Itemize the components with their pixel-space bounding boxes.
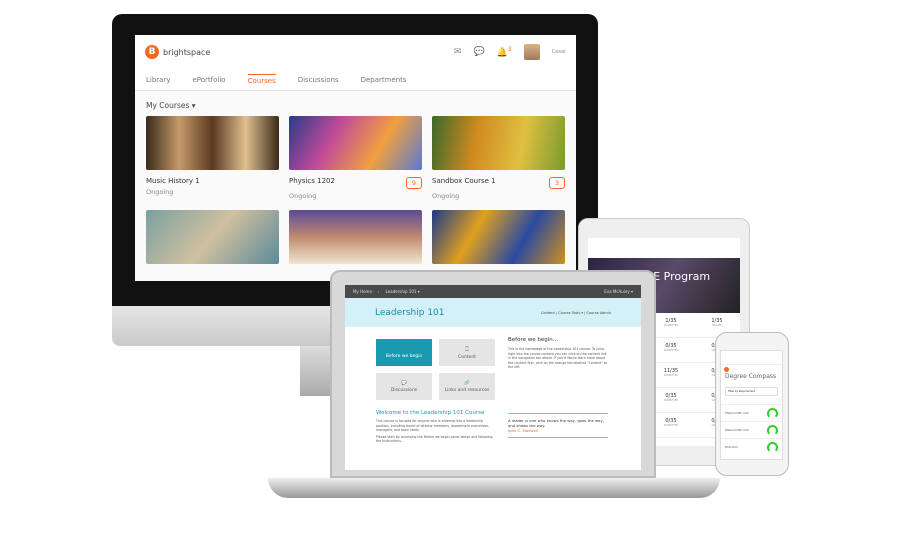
my-courses-dropdown[interactable]: My Courses ▾ — [135, 91, 576, 116]
brand-name: brightspace — [163, 47, 211, 57]
course-code: BIOLOGY — [725, 445, 739, 449]
welcome-text: This course is focused for anyone who is… — [376, 419, 489, 432]
course-name: Music History 1 — [146, 177, 200, 185]
before-text: This is the homepage of the Leadership 1… — [508, 347, 607, 369]
tab-departments[interactable]: Departments — [361, 76, 407, 84]
section-title: My Courses — [146, 101, 190, 110]
degree-compass-title: Degree Compass — [725, 373, 777, 380]
tab-courses[interactable]: Courses — [247, 74, 276, 85]
course-image — [432, 210, 565, 264]
top-bar: My Home › Leadership 101 ▾ Eva McAuley ▾ — [345, 285, 641, 298]
chat-icon: 💬 — [401, 380, 407, 386]
tile-label: Before we begin — [385, 353, 423, 359]
course-status: Ongoing — [146, 188, 174, 196]
course-row[interactable]: BIOLOGY — [721, 438, 782, 455]
course-image — [289, 116, 422, 170]
course-status: Ongoing — [289, 192, 317, 200]
mail-icon[interactable]: ✉ — [454, 47, 462, 57]
course-card[interactable] — [289, 206, 422, 264]
gauge-icon — [767, 441, 778, 453]
alert-icon: ❗ — [401, 346, 407, 352]
welcome-title: Welcome to the Leadership 101 Course — [376, 410, 485, 416]
user-menu[interactable]: Eva McAuley ▾ — [604, 289, 633, 294]
laptop-screen: My Home › Leadership 101 ▾ Eva McAuley ▾ Le… — [345, 285, 641, 470]
course-image — [289, 210, 422, 264]
avatar[interactable] — [523, 44, 540, 60]
course-card[interactable] — [432, 206, 565, 264]
welcome-text-2: Please start by accessing the Before we … — [376, 434, 493, 444]
tab-eportfolio[interactable]: ePortfolio — [192, 76, 225, 84]
course-code: ENGLCOMP 200 — [725, 428, 749, 432]
gauge-icon — [767, 424, 778, 436]
quote-author: John C. Maxwell — [508, 428, 538, 433]
tab-library[interactable]: Library — [146, 76, 170, 84]
header: B brightspace ✉ 💬 🔔3 Cesar — [135, 35, 576, 69]
course-code: ENGLCOMP 100 — [725, 411, 749, 415]
bell-icon[interactable]: 🔔3 — [497, 46, 512, 58]
breadcrumb-course[interactable]: Leadership 101 ▾ — [386, 289, 420, 294]
tile-links[interactable]: 🔗 Links and resources — [439, 373, 495, 400]
filter-button[interactable]: Filter by Requirement — [725, 387, 778, 396]
breadcrumb-home[interactable]: My Home — [353, 289, 372, 294]
course-row[interactable]: ENGLCOMP 100 — [721, 404, 782, 421]
user-name[interactable]: Cesar — [552, 49, 566, 55]
brightspace-logo: B — [145, 45, 159, 59]
course-status: Ongoing — [432, 192, 460, 200]
course-card[interactable]: Music History 1 Ongoing — [146, 116, 279, 206]
tile-label: Content — [458, 355, 476, 360]
main-nav: Library ePortfolio Courses Discussions D… — [135, 69, 576, 91]
notification-badge: 9 — [405, 177, 422, 189]
course-card[interactable]: Physics 1202 9 Ongoing — [289, 116, 422, 206]
course-name: Physics 1202 — [289, 177, 335, 185]
tile-label: Links and resources — [444, 387, 490, 393]
brightspace-logo — [724, 367, 729, 372]
gauge-icon — [767, 407, 778, 419]
course-menu[interactable]: Content | Course Tools ▾ | Course Admin — [541, 311, 611, 315]
course-image — [146, 210, 279, 264]
course-row[interactable]: ENGLCOMP 200 — [721, 421, 782, 438]
tab-discussions[interactable]: Discussions — [298, 76, 339, 84]
course-image — [432, 116, 565, 170]
tile-content[interactable]: 🗋 Content — [439, 339, 495, 366]
notification-badge: 3 — [548, 177, 565, 189]
course-card[interactable]: Sandbox Course 1 3 Ongoing — [432, 116, 565, 206]
link-icon: 🔗 — [464, 380, 470, 386]
tile-label: Discussions — [390, 387, 418, 393]
tile-before-we-begin[interactable]: ❗ Before we begin — [376, 339, 432, 366]
chat-icon[interactable]: 💬 — [473, 47, 484, 57]
phone-screen: Degree Compass Filter by Requirement ENG… — [720, 350, 783, 460]
course-card[interactable] — [146, 206, 279, 264]
course-name: Sandbox Course 1 — [432, 177, 496, 185]
document-icon: 🗋 — [465, 347, 469, 352]
course-title: Leadership 101 — [375, 307, 445, 318]
course-image — [146, 116, 279, 170]
tile-discussions[interactable]: 💬 Discussions — [376, 373, 432, 400]
laptop-base — [268, 478, 720, 498]
quote: A leader is one who knows the way, goes … — [508, 418, 604, 428]
before-title: Before we begin... — [508, 337, 558, 343]
desktop-screen: B brightspace ✉ 💬 🔔3 Cesar Library ePort… — [135, 35, 576, 281]
